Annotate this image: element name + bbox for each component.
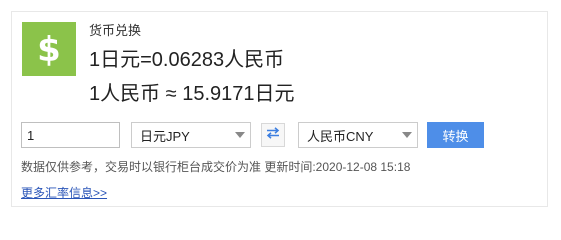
convert-button[interactable]: 转换 — [427, 122, 484, 148]
from-currency-value: 日元JPY — [140, 128, 190, 144]
chevron-down-icon — [230, 123, 250, 147]
disclaimer-note: 数据仅供参考，交易时以银行柜台成交价为准 更新时间:2020-12-08 15:… — [21, 160, 411, 174]
from-currency-select[interactable]: 日元JPY — [131, 122, 251, 148]
chevron-down-icon — [397, 123, 417, 147]
rate-jpy-to-cny: 1日元=0.06283人民币 — [89, 49, 285, 71]
swap-arrows-icon — [266, 126, 280, 144]
currency-converter-card: $ 货币兑换 1日元=0.06283人民币 1人民币 ≈ 15.9171日元 日… — [11, 11, 548, 207]
more-rates-link[interactable]: 更多汇率信息>> — [21, 186, 107, 200]
to-currency-value: 人民币CNY — [307, 128, 374, 144]
dollar-sign-icon: $ — [22, 22, 76, 76]
to-currency-select[interactable]: 人民币CNY — [298, 122, 418, 148]
rate-cny-to-jpy: 1人民币 ≈ 15.9171日元 — [89, 83, 295, 105]
svg-text:$: $ — [37, 30, 61, 69]
swap-currency-button[interactable] — [261, 123, 285, 147]
widget-title: 货币兑换 — [89, 23, 142, 38]
amount-input[interactable] — [21, 122, 120, 148]
